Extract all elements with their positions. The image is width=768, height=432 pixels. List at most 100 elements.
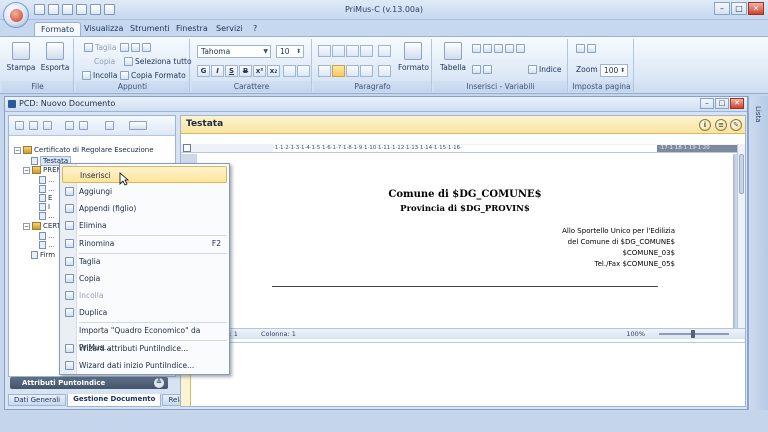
bold-button[interactable]: G (197, 65, 210, 77)
tabella-button[interactable]: Tabella (438, 42, 468, 72)
doc-maximize-button[interactable]: □ (715, 98, 729, 109)
menu-item-taglia[interactable]: Taglia (62, 253, 227, 270)
paragraph-mark-icon[interactable] (378, 65, 391, 77)
undo-redo-buttons[interactable] (120, 43, 151, 52)
doc-minimize-button[interactable]: – (700, 98, 714, 109)
tab-help[interactable]: ? (247, 22, 263, 36)
taglia-button[interactable]: Taglia (84, 43, 116, 52)
decrease-indent-icon[interactable] (346, 45, 359, 57)
menu-item-aggiungi[interactable]: Aggiungi (62, 183, 227, 200)
settings-icon[interactable] (105, 121, 114, 130)
font-color-icon[interactable] (297, 65, 310, 77)
tree-node-prem[interactable]: − PREM (23, 166, 63, 174)
bottom-tabs: Dati Generali Gestione Documento Relazio… (8, 394, 209, 408)
menu-item-copia[interactable]: Copia (62, 270, 227, 287)
insert-objects-row[interactable] (472, 44, 525, 53)
page-icon (31, 157, 38, 165)
app-menu-button[interactable] (3, 2, 29, 28)
align-left-icon[interactable] (318, 65, 331, 77)
side-panel[interactable]: Lista (748, 96, 768, 410)
add-node-icon[interactable] (15, 121, 24, 130)
list-icon[interactable]: ≡ (715, 119, 727, 131)
tab-formato[interactable]: Formato (34, 22, 82, 36)
insert-variables-row[interactable] (472, 65, 492, 74)
align-center-icon[interactable] (332, 65, 345, 77)
folder-icon (23, 146, 32, 154)
menu-item-elimina[interactable]: Elimina (62, 217, 227, 234)
menu-item-inserisci[interactable]: Inserisci (62, 166, 227, 183)
move-up-icon[interactable] (65, 121, 74, 130)
font-size-combo[interactable]: 10 ⬍ (276, 45, 304, 58)
view-options-icon[interactable] (129, 121, 147, 130)
incolla-button[interactable]: Incolla (82, 71, 117, 80)
close-button[interactable]: ✕ (748, 2, 764, 15)
document-canvas[interactable]: Comune di $DG_COMUNE$ Provincia di $DG_P… (181, 154, 737, 328)
highlight-icon[interactable] (283, 65, 296, 77)
copia-button[interactable]: Copia (94, 57, 115, 66)
tab-finestra[interactable]: Finestra (170, 22, 214, 36)
add-child-icon[interactable] (29, 121, 38, 130)
tree-node-cert[interactable]: − CERT (23, 222, 61, 230)
italic-button[interactable]: I (211, 65, 224, 77)
tool-icon[interactable]: ✎ (730, 119, 742, 131)
menu-item-wizard-attributi[interactable]: Wizard attributi PuntiIndice... (62, 340, 227, 357)
menu-item-appendi[interactable]: Appendi (figlio) (62, 200, 227, 217)
tree-node-root[interactable]: − Certificato di Regolare Esecuzione (14, 146, 154, 154)
stampa-button[interactable]: Stampa (6, 42, 36, 72)
tab-stop-icon[interactable] (183, 144, 191, 152)
font-combo[interactable]: Tahoma ▼ (197, 45, 271, 58)
tree-node-child[interactable]: I (39, 203, 50, 211)
esporta-button[interactable]: Esporta (40, 42, 70, 72)
tree-node-child[interactable]: … (39, 212, 55, 220)
doc-close-button[interactable]: ✕ (730, 98, 744, 109)
menu-item-duplica[interactable]: Duplica (62, 304, 227, 321)
copia-formato-button[interactable]: Copia Formato (120, 71, 186, 80)
subscript-button[interactable]: x₂ (267, 65, 280, 77)
tab-gestione-documento[interactable]: Gestione Documento (67, 394, 162, 407)
zoom-control[interactable]: Zoom (576, 65, 598, 74)
scroll-thumb[interactable] (739, 154, 744, 194)
tree-node-firm[interactable]: Firm (31, 251, 55, 259)
menu-item-rinomina[interactable]: Rinomina F2 (62, 235, 227, 252)
zoom-input[interactable]: 100 ⬍ (600, 64, 628, 77)
move-down-icon[interactable] (79, 121, 88, 130)
numbered-list-icon[interactable] (332, 45, 345, 57)
tree-node-child[interactable]: … (39, 176, 55, 184)
attributes-panel-header[interactable]: Attributi PuntoIndice ≚ (10, 377, 168, 389)
document-icon (8, 100, 16, 108)
vertical-scrollbar[interactable] (737, 144, 745, 330)
tree-toolbar (9, 116, 175, 136)
tree-node-child[interactable]: … (39, 241, 55, 249)
indice-button[interactable]: Indice (528, 65, 562, 74)
bullet-list-icon[interactable] (318, 45, 331, 57)
increase-indent-icon[interactable] (360, 45, 373, 57)
delete-icon (65, 221, 74, 230)
delete-node-icon[interactable] (43, 121, 52, 130)
tree-node-child[interactable]: E (39, 194, 52, 202)
justify-icon[interactable] (360, 65, 373, 77)
menu-item-wizard-dati[interactable]: Wizard dati inizio PuntiIndice... (62, 357, 227, 374)
info-icon[interactable]: i (699, 119, 711, 131)
ruler[interactable]: ·1·1·2·1·3·1·4·1·5·1·6·1·7·1·8·1·9·1·10·… (181, 144, 737, 153)
maximize-button[interactable]: □ (731, 2, 747, 15)
page-setup-buttons[interactable] (576, 44, 596, 53)
tree-node-child[interactable]: … (39, 232, 55, 240)
align-right-icon[interactable] (346, 65, 359, 77)
tab-strumenti[interactable]: Strumenti (124, 22, 176, 36)
zoom-slider-handle[interactable] (691, 330, 695, 338)
line-spacing-icon[interactable] (378, 45, 391, 57)
tree-node-child[interactable]: … (39, 185, 55, 193)
tab-servizi[interactable]: Servizi (210, 22, 249, 36)
underline-button[interactable]: S (225, 65, 238, 77)
tab-dati-generali[interactable]: Dati Generali (8, 394, 67, 406)
seleziona-tutto-button[interactable]: Seleziona tutto (124, 57, 192, 66)
document-page[interactable]: Comune di $DG_COMUNE$ Provincia di $DG_P… (197, 154, 733, 328)
superscript-button[interactable]: x² (253, 65, 266, 77)
formato-button[interactable]: Formato (398, 42, 429, 72)
strike-button[interactable]: B (239, 65, 252, 77)
tab-visualizza[interactable]: Visualizza (78, 22, 129, 36)
chevron-down-icon[interactable]: ≚ (154, 378, 164, 388)
menu-item-importa[interactable]: Importa "Quadro Economico" da PriMus... (62, 322, 227, 352)
secondary-editor[interactable] (181, 342, 745, 406)
minimize-button[interactable]: – (714, 2, 730, 15)
